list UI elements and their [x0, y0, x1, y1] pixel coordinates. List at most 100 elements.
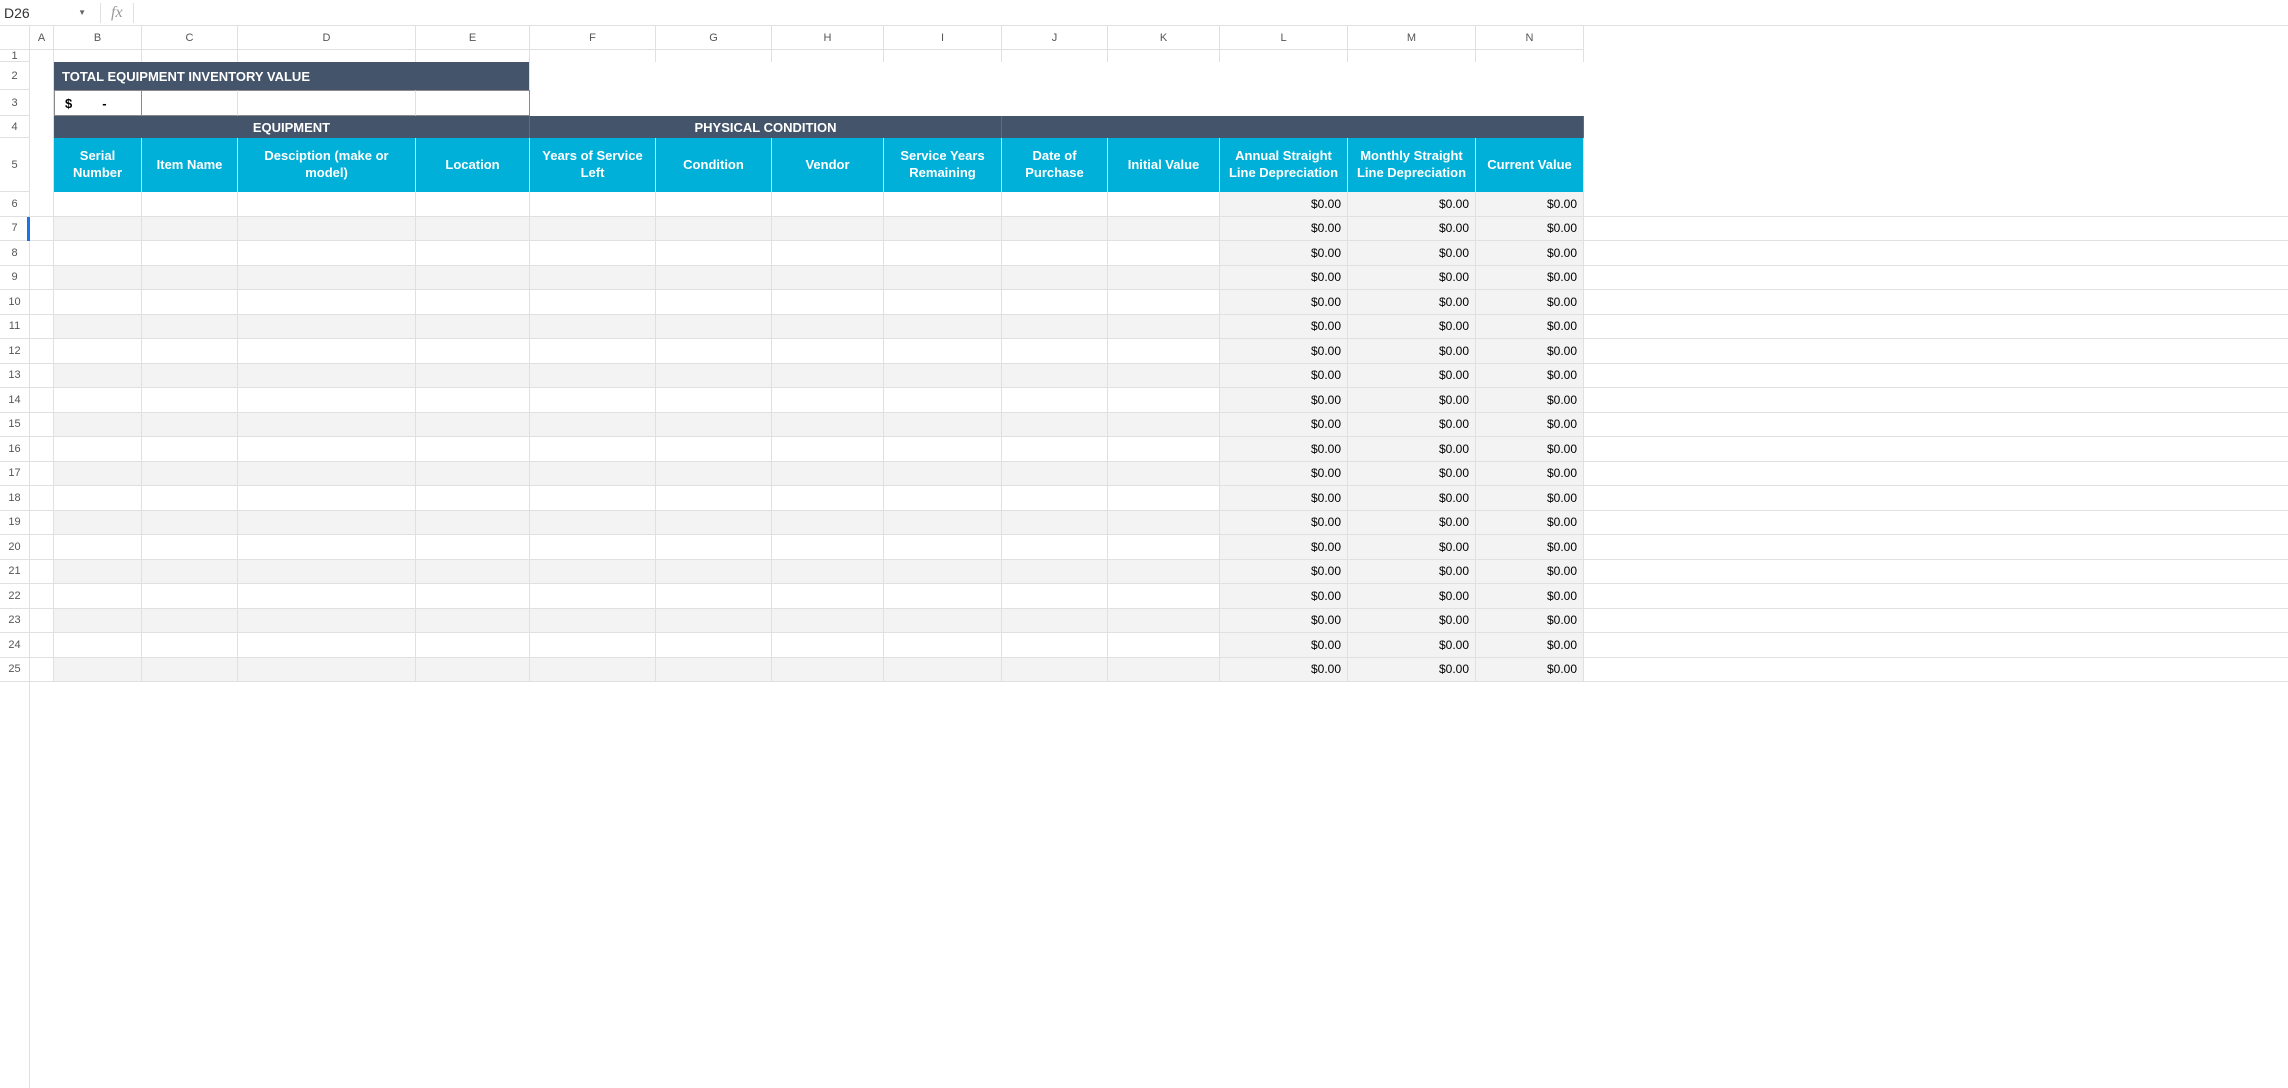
cell[interactable]: [1108, 584, 1220, 608]
cell[interactable]: [1002, 339, 1108, 363]
cell[interactable]: [142, 413, 238, 437]
cell[interactable]: [238, 535, 416, 559]
cell[interactable]: [772, 339, 884, 363]
cell[interactable]: [1002, 50, 1108, 62]
cell[interactable]: [772, 364, 884, 388]
row-header[interactable]: 23: [0, 609, 29, 634]
cell[interactable]: [30, 339, 54, 363]
cell[interactable]: [656, 633, 772, 657]
cell[interactable]: [416, 290, 530, 314]
cell[interactable]: [416, 266, 530, 290]
cell[interactable]: [238, 217, 416, 241]
calc-cell[interactable]: $0.00: [1348, 413, 1476, 437]
cell[interactable]: [884, 192, 1002, 216]
cell[interactable]: [238, 241, 416, 265]
cell[interactable]: [54, 413, 142, 437]
calc-cell[interactable]: $0.00: [1220, 437, 1348, 461]
column-header[interactable]: D: [238, 26, 416, 49]
column-title-vendor[interactable]: Vendor: [772, 138, 884, 192]
row-header[interactable]: 17: [0, 462, 29, 487]
cell[interactable]: [142, 50, 238, 62]
cell[interactable]: [1002, 535, 1108, 559]
cell[interactable]: [1348, 62, 1476, 90]
calc-cell[interactable]: $0.00: [1476, 413, 1584, 437]
cell[interactable]: [142, 560, 238, 584]
cell[interactable]: [416, 413, 530, 437]
cell[interactable]: [54, 192, 142, 216]
cell[interactable]: [416, 437, 530, 461]
cell[interactable]: [884, 413, 1002, 437]
cell[interactable]: [884, 560, 1002, 584]
calc-cell[interactable]: $0.00: [1348, 266, 1476, 290]
column-header[interactable]: B: [54, 26, 142, 49]
cell[interactable]: [142, 486, 238, 510]
cell[interactable]: [656, 560, 772, 584]
column-header[interactable]: G: [656, 26, 772, 49]
cell[interactable]: [1108, 315, 1220, 339]
calc-cell[interactable]: $0.00: [1220, 241, 1348, 265]
cell[interactable]: [54, 315, 142, 339]
cell[interactable]: [884, 217, 1002, 241]
cell[interactable]: [238, 511, 416, 535]
calc-cell[interactable]: $0.00: [1220, 462, 1348, 486]
cell[interactable]: [884, 633, 1002, 657]
cell[interactable]: [772, 266, 884, 290]
cell[interactable]: [530, 192, 656, 216]
cell[interactable]: [656, 486, 772, 510]
cell[interactable]: [530, 437, 656, 461]
cell[interactable]: [772, 388, 884, 412]
cell[interactable]: [530, 315, 656, 339]
cell[interactable]: [238, 50, 416, 62]
calc-cell[interactable]: $0.00: [1348, 339, 1476, 363]
cell[interactable]: [656, 658, 772, 682]
cell[interactable]: [1108, 609, 1220, 633]
cell[interactable]: [30, 217, 54, 241]
cell[interactable]: [1002, 462, 1108, 486]
cell[interactable]: [30, 364, 54, 388]
calc-cell[interactable]: $0.00: [1220, 290, 1348, 314]
calc-cell[interactable]: $0.00: [1476, 658, 1584, 682]
cell[interactable]: [772, 658, 884, 682]
cell[interactable]: [416, 584, 530, 608]
row-header[interactable]: 15: [0, 413, 29, 438]
cell[interactable]: [142, 192, 238, 216]
column-header[interactable]: F: [530, 26, 656, 49]
column-title-initialValue[interactable]: Initial Value: [1108, 138, 1220, 192]
cell[interactable]: [54, 486, 142, 510]
cell[interactable]: [54, 511, 142, 535]
calc-cell[interactable]: $0.00: [1348, 315, 1476, 339]
row-header[interactable]: 21: [0, 560, 29, 585]
cell[interactable]: [1108, 290, 1220, 314]
calc-cell[interactable]: $0.00: [1348, 437, 1476, 461]
column-title-location[interactable]: Location: [416, 138, 530, 192]
cell[interactable]: [54, 658, 142, 682]
cell[interactable]: [1002, 560, 1108, 584]
calc-cell[interactable]: $0.00: [1476, 217, 1584, 241]
cell[interactable]: [884, 290, 1002, 314]
cell[interactable]: [416, 388, 530, 412]
cell[interactable]: [530, 290, 656, 314]
cell[interactable]: [656, 511, 772, 535]
cell[interactable]: [1108, 658, 1220, 682]
cell[interactable]: [142, 339, 238, 363]
cell[interactable]: [656, 266, 772, 290]
row-header[interactable]: 16: [0, 437, 29, 462]
cell[interactable]: [656, 50, 772, 62]
cell[interactable]: [238, 192, 416, 216]
cell[interactable]: [416, 364, 530, 388]
calc-cell[interactable]: $0.00: [1220, 584, 1348, 608]
cell[interactable]: [530, 584, 656, 608]
row-header[interactable]: 7: [0, 217, 29, 242]
cell[interactable]: [1108, 560, 1220, 584]
cell[interactable]: [238, 609, 416, 633]
row-header[interactable]: 11: [0, 315, 29, 340]
calc-cell[interactable]: $0.00: [1348, 486, 1476, 510]
cell[interactable]: [142, 658, 238, 682]
column-header[interactable]: N: [1476, 26, 1584, 49]
cell[interactable]: [142, 535, 238, 559]
group-header-physical[interactable]: PHYSICAL CONDITION: [530, 116, 1002, 138]
calc-cell[interactable]: $0.00: [1220, 217, 1348, 241]
calc-cell[interactable]: $0.00: [1476, 339, 1584, 363]
cell[interactable]: [54, 535, 142, 559]
select-all-corner[interactable]: [0, 26, 30, 50]
